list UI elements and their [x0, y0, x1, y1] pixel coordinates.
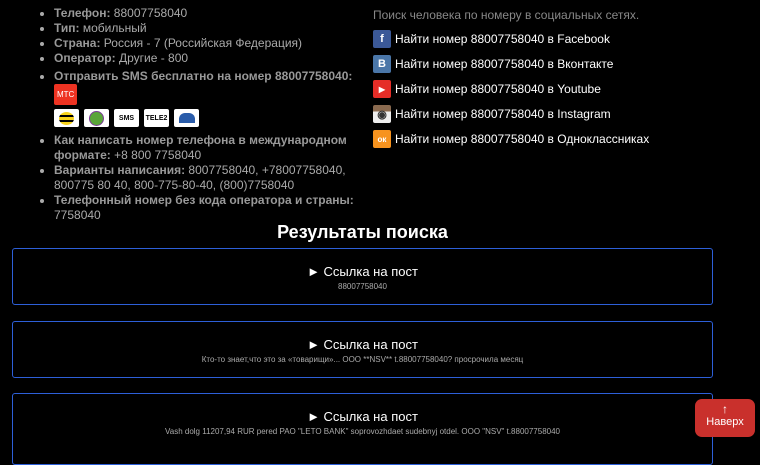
info-variants: Варианты написания: 8007758040, +7800775…	[54, 163, 356, 193]
instagram-link[interactable]: ◉ Найти номер 88007758040 в Instagram	[373, 105, 649, 123]
social-search: Поиск человека по номеру в социальных се…	[373, 8, 649, 155]
odnoklassniki-icon: ок	[373, 130, 391, 148]
info-country: Страна: Россия - 7 (Российская Федерация…	[54, 36, 356, 51]
facebook-icon: f	[373, 30, 391, 48]
phone-info: Телефон: 88007758040 Тип: мобильный Стра…	[36, 6, 356, 223]
sms-button[interactable]: SMS	[114, 109, 139, 127]
results-title: Результаты поиска	[277, 222, 448, 242]
rostelecom-icon	[178, 113, 195, 123]
info-international: Как написать номер телефона в международ…	[54, 133, 356, 163]
info-operator: Оператор: Другие - 800	[54, 51, 356, 66]
result-link[interactable]: ► Ссылка на пост	[13, 337, 712, 352]
rostelecom-button[interactable]	[174, 109, 199, 127]
odnoklassniki-link[interactable]: ок Найти номер 88007758040 в Одноклассник…	[373, 130, 649, 148]
tele2-button[interactable]: TELE2	[144, 109, 169, 127]
info-type: Тип: мобильный	[54, 21, 356, 36]
youtube-link[interactable]: ▶ Найти номер 88007758040 в Youtube	[373, 80, 649, 98]
result-link[interactable]: ► Ссылка на пост	[13, 264, 712, 279]
info-sms: Отправить SMS бесплатно на номер 8800775…	[54, 69, 356, 105]
result-snippet: 88007758040	[338, 282, 387, 291]
info-local: Телефонный номер без кода оператора и ст…	[54, 193, 356, 223]
beeline-button[interactable]	[54, 109, 79, 127]
operator-buttons: SMS TELE2	[54, 109, 356, 127]
megafon-button[interactable]	[84, 109, 109, 127]
arrow-up-icon: ↑	[722, 402, 728, 416]
result-card[interactable]: ► Ссылка на пост Vash dolg 11207,94 RUR …	[12, 393, 713, 465]
result-link[interactable]: ► Ссылка на пост	[13, 409, 712, 424]
vkontakte-link[interactable]: B Найти номер 88007758040 в Вконтакте	[373, 55, 649, 73]
beeline-icon	[59, 111, 74, 125]
facebook-link[interactable]: f Найти номер 88007758040 в Facebook	[373, 30, 649, 48]
result-card[interactable]: ► Ссылка на пост 88007758040	[12, 248, 713, 305]
result-snippet: Кто-то знает,что это за «товарищи»... ОО…	[201, 355, 524, 364]
info-phone: Телефон: 88007758040	[54, 6, 356, 21]
vkontakte-icon: B	[373, 55, 391, 73]
megafon-icon	[89, 110, 104, 126]
youtube-icon: ▶	[373, 80, 391, 98]
back-to-top-button[interactable]: ↑ Наверх	[695, 399, 755, 437]
result-snippet: Vash dolg 11207,94 RUR pered PAO "LETO B…	[165, 427, 560, 436]
mts-sms-button[interactable]: МТС	[54, 84, 78, 105]
social-intro: Поиск человека по номеру в социальных се…	[373, 8, 640, 22]
instagram-icon: ◉	[373, 105, 391, 123]
result-card[interactable]: ► Ссылка на пост Кто-то знает,что это за…	[12, 321, 713, 378]
